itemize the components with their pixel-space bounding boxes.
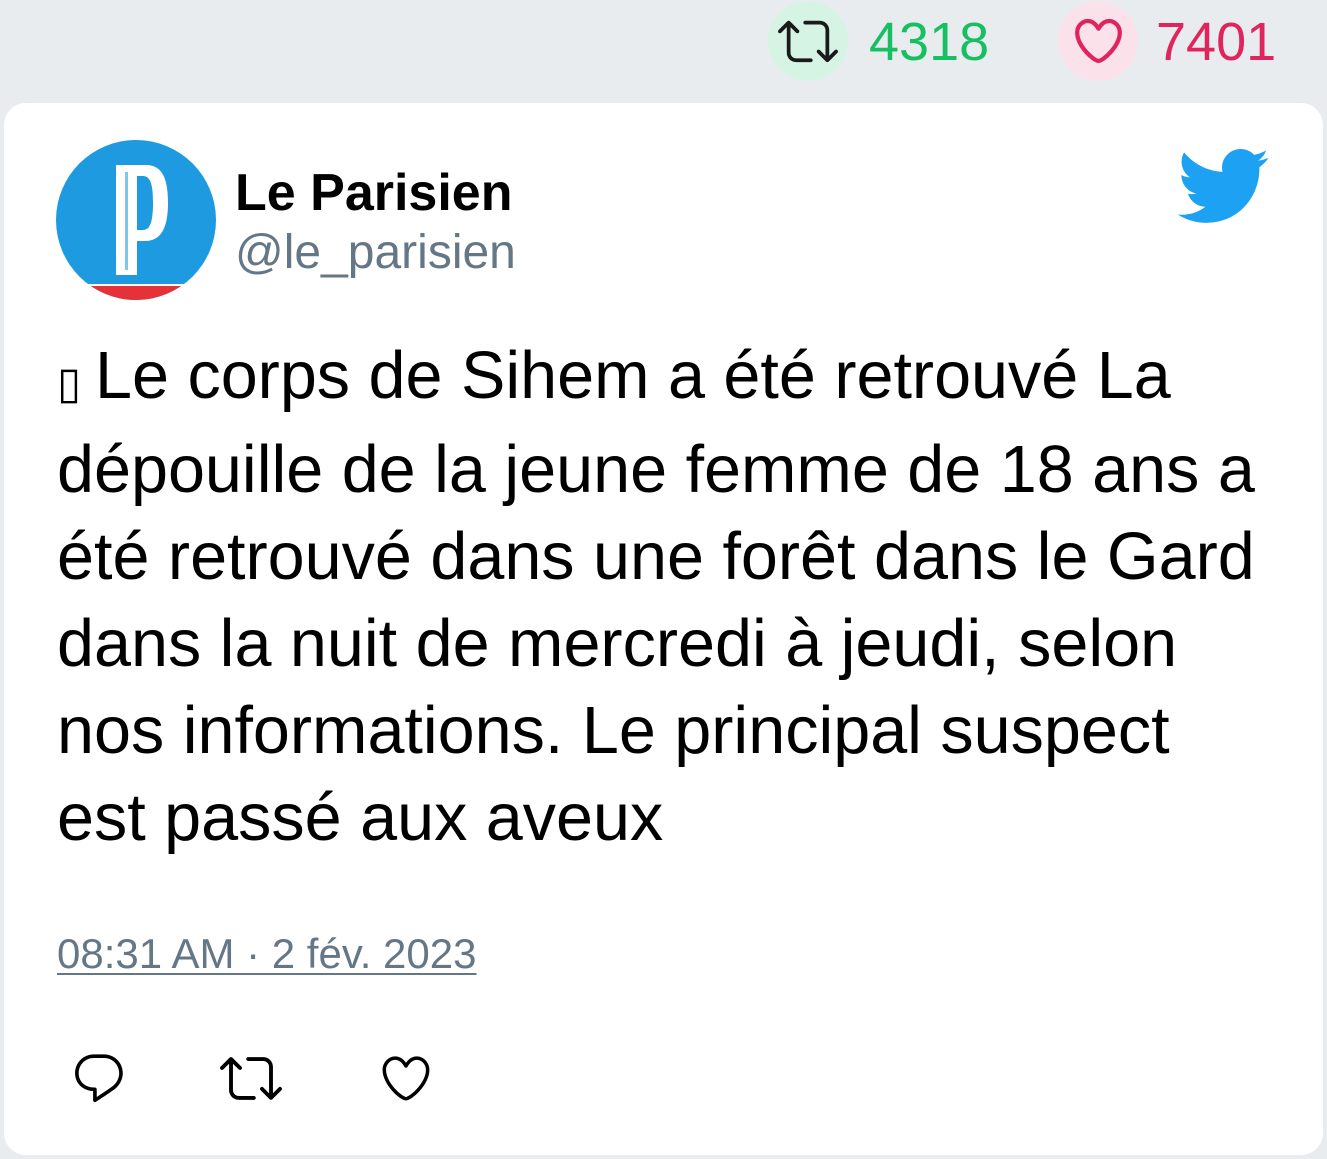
tweet-text: ▯ Le corps de Sihem a été retrouvé La dép… <box>57 333 1297 862</box>
twitter-bird-link[interactable] <box>1174 138 1270 234</box>
author-handle[interactable]: @le_parisien <box>235 225 516 281</box>
tweet-text-line: nos informations. Le principal suspect <box>57 694 1170 768</box>
avatar[interactable] <box>56 140 216 300</box>
tweet-text-line: été retrouvé dans une forêt dans le Gard <box>57 520 1255 594</box>
tweet-text-line: est passé aux aveux <box>57 781 664 855</box>
like-button[interactable] <box>378 1050 434 1106</box>
reply-button[interactable] <box>70 1049 128 1107</box>
retweet-count: 4318 <box>869 12 990 72</box>
retweet-icon <box>778 20 838 63</box>
retweet-button[interactable] <box>220 1047 282 1109</box>
like-count: 7401 <box>1156 12 1277 72</box>
heart-icon <box>382 1056 430 1101</box>
tweet-text-line: dépouille de la jeune femme de 18 ans a <box>57 433 1255 507</box>
tweet-text-line: ▯ Le corps de Sihem a été retrouvé La <box>57 333 1297 427</box>
retweet-stat-button[interactable] <box>768 1 848 81</box>
twitter-bird-icon <box>1177 149 1269 223</box>
tweet-text-line: dans la nuit de mercredi à jeudi, selon <box>57 607 1178 681</box>
tweet-lead-glyph: ▯ <box>57 358 82 409</box>
tweet-timestamp-link[interactable]: 08:31 AM · 2 fév. 2023 <box>57 930 477 978</box>
like-stat-button[interactable] <box>1058 1 1138 81</box>
tweet-card: Le Parisien @le_parisien ▯ Le corps de Si… <box>4 103 1323 1155</box>
retweet-icon <box>220 1057 282 1100</box>
tweet-text-line-content: Le corps de Sihem a été retrouvé La <box>95 339 1171 413</box>
heart-icon <box>1075 18 1122 63</box>
reply-icon <box>75 1054 123 1103</box>
author-name[interactable]: Le Parisien <box>235 163 512 223</box>
le-parisien-logo <box>56 140 216 300</box>
